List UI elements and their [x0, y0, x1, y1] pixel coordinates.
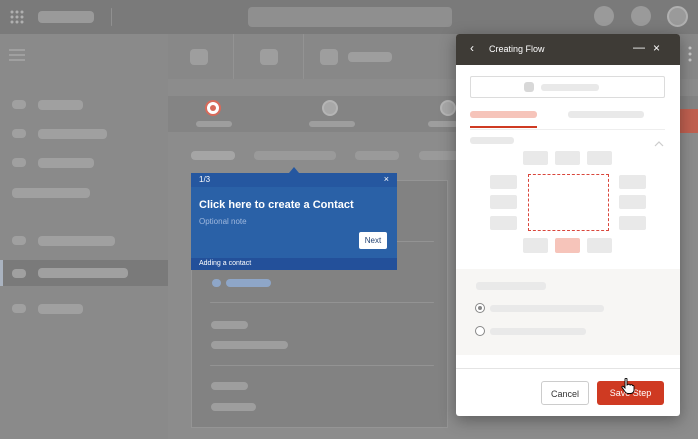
step-2-label — [309, 121, 355, 127]
sidebar-item-icon — [12, 129, 26, 138]
options-section — [456, 269, 680, 355]
divider — [233, 34, 234, 79]
chevron-up-icon[interactable] — [654, 135, 664, 147]
field-value[interactable] — [211, 341, 288, 349]
cancel-button[interactable]: Cancel — [541, 381, 589, 405]
radio-option-2[interactable] — [475, 326, 485, 336]
help-icon[interactable] — [631, 6, 651, 26]
minimize-icon[interactable]: — — [633, 40, 645, 54]
close-icon[interactable]: × — [384, 174, 389, 184]
field-dot — [212, 279, 221, 287]
element-selector[interactable] — [470, 76, 665, 98]
sidebar-item-active[interactable] — [0, 260, 168, 286]
sidebar-item-5[interactable] — [38, 236, 115, 246]
sidebar-item-3[interactable] — [38, 158, 94, 168]
divider — [111, 8, 112, 26]
options-label — [476, 282, 546, 290]
panel-header: ‹ Creating Flow — × — [456, 34, 680, 65]
divider — [210, 302, 434, 303]
hand-cursor-icon — [621, 377, 635, 394]
panel-tab[interactable] — [568, 111, 644, 118]
content-tab[interactable] — [254, 151, 336, 160]
tooltip-header: 1/3 — [191, 173, 397, 187]
position-top-right[interactable] — [587, 151, 612, 165]
next-button[interactable]: Next — [359, 232, 387, 249]
menu-icon[interactable] — [9, 48, 25, 61]
panel-title: Creating Flow — [489, 44, 545, 54]
guide-tooltip: 1/3 × Click here to create a Contact Opt… — [191, 167, 397, 270]
sidebar — [0, 34, 168, 439]
position-right-middle[interactable] — [619, 195, 646, 209]
position-left-bottom[interactable] — [490, 216, 517, 230]
toolbar-button-3[interactable] — [320, 49, 338, 65]
sidebar-item-7[interactable] — [38, 304, 83, 314]
toolbar-button-1[interactable] — [190, 49, 208, 65]
section-label — [470, 137, 514, 144]
sidebar-item-icon — [12, 158, 26, 167]
avatar[interactable] — [667, 6, 688, 27]
sidebar-item-icon — [12, 236, 26, 245]
sidebar-item-2[interactable] — [38, 129, 107, 139]
app-window: 1/3 × Click here to create a Contact Opt… — [0, 0, 698, 439]
radio-option-1-label — [490, 305, 604, 312]
field-link[interactable] — [226, 279, 271, 287]
position-left-top[interactable] — [490, 175, 517, 189]
radio-option-1[interactable] — [475, 303, 485, 313]
sidebar-item-label — [38, 268, 128, 278]
apps-grid-icon[interactable] — [10, 10, 24, 24]
sidebar-item-1[interactable] — [38, 100, 83, 110]
sidebar-item-4[interactable] — [12, 188, 90, 198]
panel-tab-active[interactable] — [470, 111, 537, 118]
content-tab-active[interactable] — [191, 151, 235, 160]
selector-icon — [524, 82, 534, 92]
tooltip-footer: Adding a contact — [191, 258, 397, 270]
notification-icon[interactable] — [594, 6, 614, 26]
selector-label — [541, 84, 599, 91]
field-label — [211, 382, 248, 390]
close-icon[interactable]: × — [653, 41, 660, 55]
active-indicator — [0, 260, 3, 286]
step-3-dot[interactable] — [440, 100, 456, 116]
radio-option-2-label — [490, 328, 586, 335]
more-options-icon[interactable] — [688, 46, 692, 62]
tooltip-title: Click here to create a Contact — [199, 199, 354, 211]
field-label — [211, 321, 248, 329]
step-3-label — [428, 121, 458, 127]
position-right-top[interactable] — [619, 175, 646, 189]
top-bar — [0, 0, 698, 34]
step-1-label — [196, 121, 232, 127]
app-logo — [38, 11, 94, 23]
position-bottom-center-selected[interactable] — [555, 238, 580, 253]
step-2-dot[interactable] — [322, 100, 338, 116]
position-left-middle[interactable] — [490, 195, 517, 209]
toolbar-label — [348, 52, 392, 62]
tooltip-step-counter: 1/3 — [199, 175, 211, 184]
creating-flow-panel: ‹ Creating Flow — × Cancel Save Step — [456, 34, 680, 416]
field-value[interactable] — [211, 403, 256, 411]
divider — [303, 34, 304, 79]
sidebar-item-icon — [12, 269, 26, 278]
content-tab[interactable] — [419, 151, 459, 160]
tooltip-note: Optional note — [199, 217, 247, 226]
position-bottom-right[interactable] — [587, 238, 612, 253]
divider — [456, 368, 680, 369]
position-top-center[interactable] — [555, 151, 580, 165]
position-bottom-left[interactable] — [523, 238, 548, 253]
back-icon[interactable]: ‹ — [470, 41, 474, 55]
toolbar-button-2[interactable] — [260, 49, 278, 65]
search-input[interactable] — [248, 7, 452, 27]
content-tab[interactable] — [355, 151, 399, 160]
accent-tab[interactable] — [678, 109, 698, 133]
position-top-left[interactable] — [523, 151, 548, 165]
divider — [470, 129, 665, 130]
sidebar-item-icon — [12, 100, 26, 109]
position-right-bottom[interactable] — [619, 216, 646, 230]
step-1-dot[interactable] — [205, 100, 221, 116]
target-element-outline — [528, 174, 609, 231]
sidebar-item-icon — [12, 304, 26, 313]
divider — [210, 365, 434, 366]
panel-tab-underline — [470, 126, 537, 128]
